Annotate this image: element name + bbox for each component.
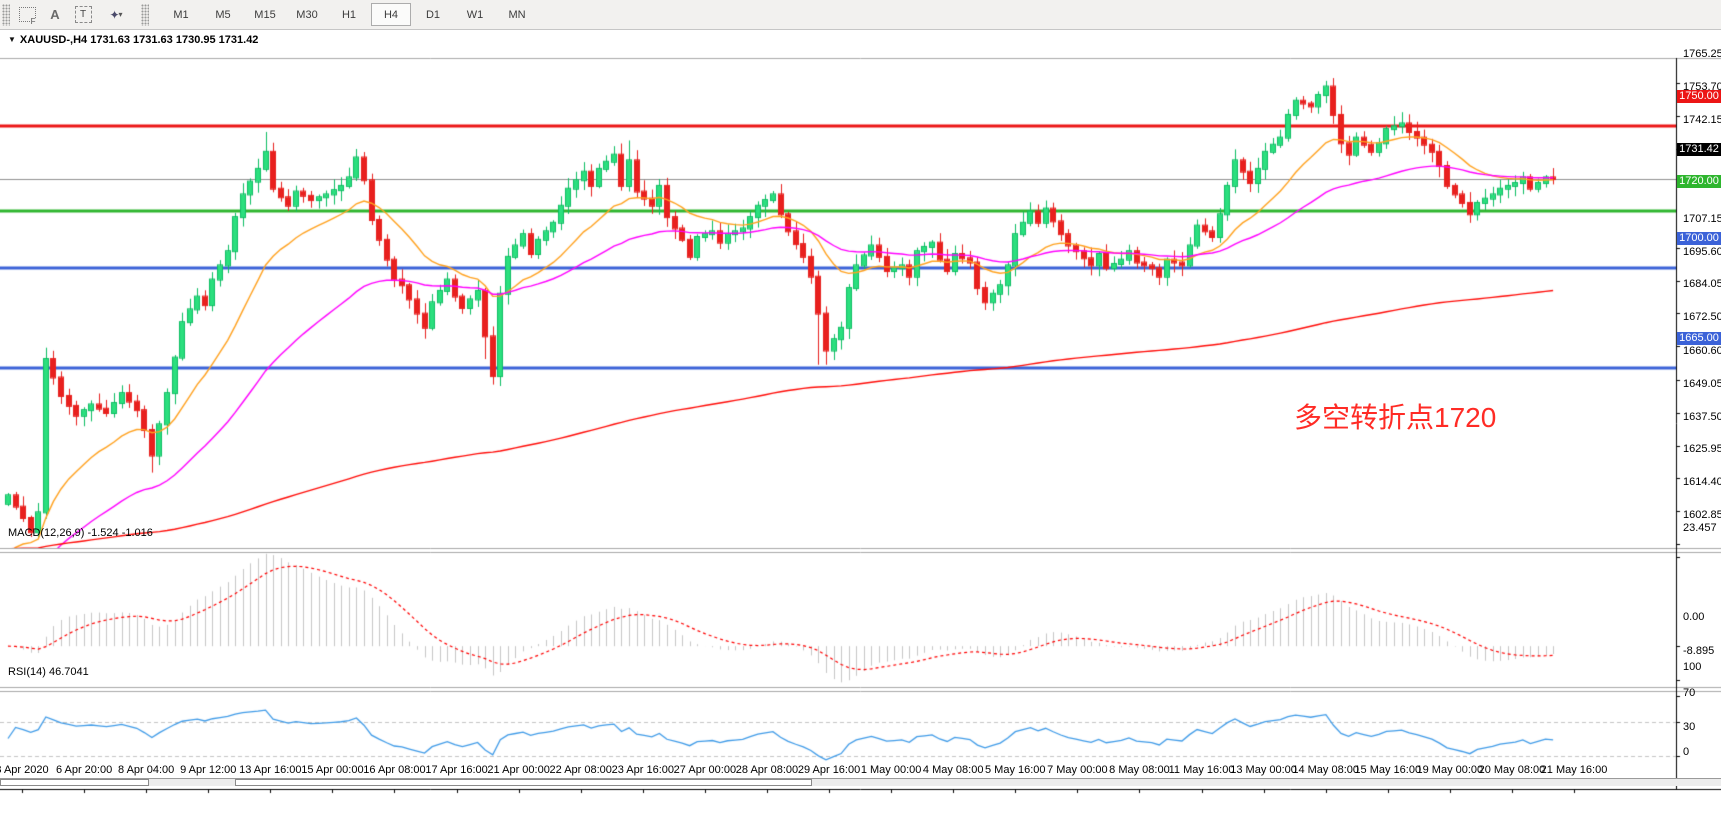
time-tick-label: 15 May 16:00: [1354, 764, 1421, 776]
time-tick-label: 1 May 00:00: [861, 764, 922, 776]
toolbar: F A T ✦▾ M1M5M15M30H1H4D1W1MN: [0, 0, 1721, 30]
symbol-ohlc-text: XAUUSD-,H4 1731.63 1731.63 1730.95 1731.…: [20, 34, 259, 46]
price-tick-label: 1695.60: [1683, 246, 1721, 258]
time-tick-label: 13 May 00:00: [1230, 764, 1297, 776]
price-tick-label: 1742.15: [1683, 114, 1721, 126]
timeframe-button-m1[interactable]: M1: [161, 3, 201, 26]
price-tick-label: 1707.15: [1683, 213, 1721, 225]
timeframe-button-h1[interactable]: H1: [329, 3, 369, 26]
rsi-axis-label: 30: [1683, 721, 1695, 733]
shapes-icon: ✦: [109, 8, 117, 22]
rsi-axis-label: 100: [1683, 661, 1701, 673]
time-tick-label: 8 Apr 04:00: [118, 764, 174, 776]
timeframe-group: M1M5M15M30H1H4D1W1MN: [160, 3, 538, 26]
time-tick-label: 8 May 08:00: [1109, 764, 1170, 776]
text-t-icon: T: [75, 6, 92, 23]
price-level-badge: 1750.00: [1677, 90, 1721, 103]
toolbar-grip-2[interactable]: [141, 4, 149, 26]
time-tick-label: 5 May 16:00: [985, 764, 1046, 776]
price-tick-label: 1660.60: [1683, 345, 1721, 357]
time-tick-label: 29 Apr 16:00: [798, 764, 860, 776]
price-tick-label: 1637.50: [1683, 411, 1721, 423]
timeframe-button-m30[interactable]: M30: [287, 3, 327, 26]
time-tick-label: 11 May 16:00: [1169, 764, 1235, 776]
price-level-badge: 1720.00: [1677, 175, 1721, 188]
time-tick-label: 14 May 08:00: [1292, 764, 1359, 776]
macd-axis-label: -8.895: [1683, 645, 1714, 657]
time-tick-label: 22 Apr 08:00: [550, 764, 612, 776]
indicators-grid-icon[interactable]: F: [15, 4, 39, 26]
grid-icon: F: [19, 7, 36, 22]
text-label-icon[interactable]: T: [71, 4, 95, 26]
font-icon[interactable]: A: [43, 4, 67, 26]
toolbar-grip[interactable]: [2, 4, 10, 26]
timeframe-button-m5[interactable]: M5: [203, 3, 243, 26]
time-tick-label: 21 Apr 00:00: [487, 764, 549, 776]
timeframe-button-mn[interactable]: MN: [497, 3, 537, 26]
time-tick-label: 20 May 08:00: [1479, 764, 1546, 776]
time-tick-label: 23 Apr 16:00: [612, 764, 674, 776]
time-tick-label: 21 May 16:00: [1541, 764, 1608, 776]
time-tick-label: 7 May 00:00: [1047, 764, 1108, 776]
price-tick-label: 1684.05: [1683, 278, 1721, 290]
time-tick-label: 13 Apr 16:00: [239, 764, 301, 776]
price-tick-label: 1625.95: [1683, 443, 1721, 455]
chevron-down-icon: ▾: [119, 10, 123, 19]
price-tick-label: 1602.85: [1683, 509, 1721, 521]
time-tick-label: 19 May 00:00: [1417, 764, 1484, 776]
macd-axis-label: 23.457: [1683, 522, 1717, 534]
price-level-badge: 1700.00: [1677, 232, 1721, 245]
price-tick-label: 1672.50: [1683, 311, 1721, 323]
timeframe-button-m15[interactable]: M15: [245, 3, 285, 26]
price-tick-label: 1614.40: [1683, 476, 1721, 488]
price-tick-label: 1649.05: [1683, 378, 1721, 390]
timeframe-button-h4[interactable]: H4: [371, 3, 411, 26]
price-tick-label: 1765.25: [1683, 48, 1721, 60]
rsi-axis-label: 70: [1683, 687, 1695, 699]
time-tick-label: 3 Apr 2020: [0, 764, 49, 776]
macd-indicator-label: MACD(12,26,9) -1.524 -1.016: [8, 527, 153, 539]
timeframe-button-d1[interactable]: D1: [413, 3, 453, 26]
time-tick-label: 15 Apr 00:00: [301, 764, 363, 776]
symbol-dropdown-icon[interactable]: ▼: [8, 35, 16, 44]
price-level-badge: 1731.42: [1677, 143, 1721, 156]
time-tick-label: 16 Apr 08:00: [363, 764, 425, 776]
time-tick-label: 9 Apr 12:00: [180, 764, 236, 776]
time-tick-label: 6 Apr 20:00: [56, 764, 112, 776]
time-tick-label: 17 Apr 16:00: [425, 764, 487, 776]
time-tick-label: 27 Apr 00:00: [674, 764, 736, 776]
timeframe-button-w1[interactable]: W1: [455, 3, 495, 26]
price-level-badge: 1665.00: [1677, 332, 1721, 345]
symbol-title: ▼ XAUUSD-,H4 1731.63 1731.63 1730.95 1731…: [8, 34, 258, 46]
time-tick-label: 28 Apr 08:00: [736, 764, 798, 776]
macd-axis-label: 0.00: [1683, 611, 1704, 623]
draw-shapes-icon[interactable]: ✦▾: [99, 4, 133, 26]
rsi-indicator-label: RSI(14) 46.7041: [8, 666, 89, 678]
chart-annotation-text: 多空转折点1720: [1294, 396, 1496, 436]
rsi-axis-label: 0: [1683, 746, 1689, 758]
time-tick-label: 4 May 08:00: [923, 764, 984, 776]
